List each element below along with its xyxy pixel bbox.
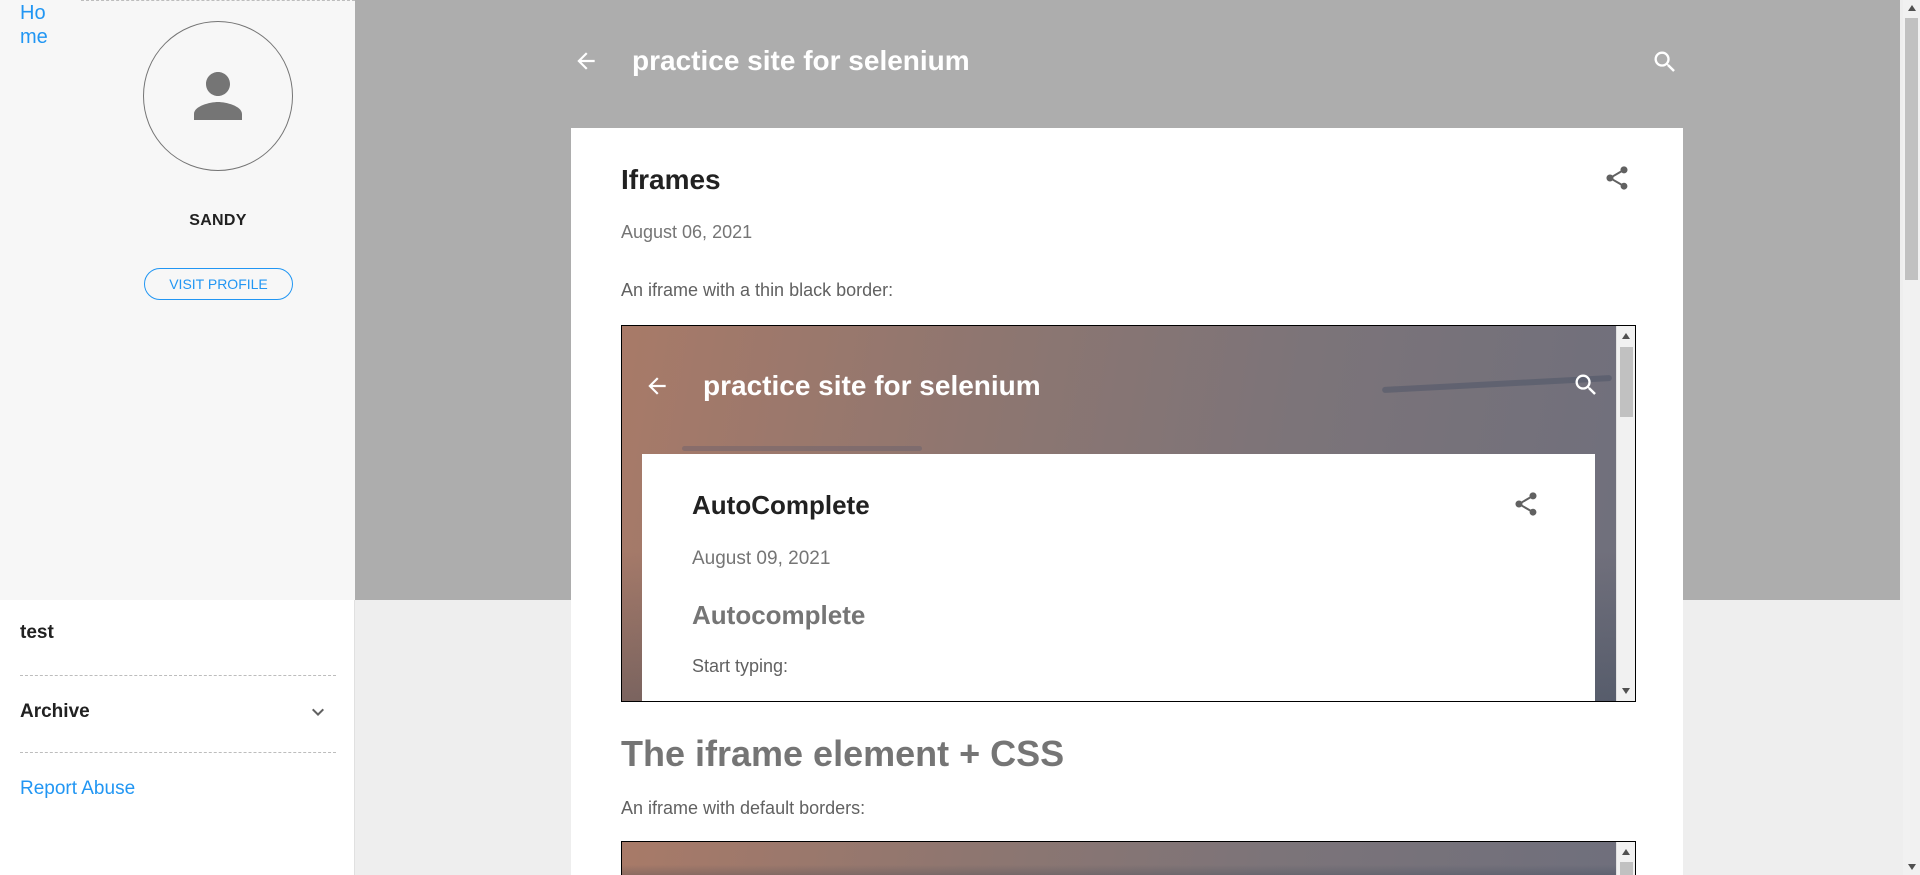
iframe-scrollbar[interactable] <box>1616 842 1635 875</box>
iframe-scrollbar[interactable] <box>1616 326 1635 701</box>
archive-toggle[interactable]: Archive <box>20 700 336 724</box>
scroll-up-arrow-icon[interactable] <box>1622 849 1630 855</box>
post-paragraph: An iframe with default borders: <box>621 798 866 818</box>
background-cloud <box>682 446 922 451</box>
scroll-down-arrow-icon[interactable] <box>1908 864 1916 870</box>
arrow-back-icon <box>648 377 666 395</box>
scroll-down-arrow-icon[interactable] <box>1622 688 1630 694</box>
sidebar-profile-area: Home SANDY VISIT PROFILE <box>0 0 355 600</box>
scrollbar-thumb[interactable] <box>1620 347 1633 417</box>
sidebar-divider <box>20 752 336 753</box>
share-icon <box>1606 166 1628 190</box>
post-heading: The iframe element + CSS <box>621 733 1065 774</box>
iframe-post-title[interactable]: AutoComplete <box>692 490 870 521</box>
iframe-back-button[interactable] <box>642 371 672 401</box>
scrollbar-thumb[interactable] <box>1620 862 1633 875</box>
iframe-text: Start typing: <box>692 656 789 676</box>
sidebar-divider <box>20 675 336 676</box>
iframe-blog-header: practice site for selenium <box>642 366 1602 406</box>
share-icon <box>1515 492 1537 516</box>
page-scrollbar[interactable] <box>1903 0 1920 875</box>
post-title[interactable]: Iframes <box>621 164 721 196</box>
site-title[interactable]: practice site for selenium <box>632 45 970 77</box>
iframe-site-title[interactable]: practice site for selenium <box>703 370 1041 402</box>
search-icon <box>1575 374 1596 395</box>
sidebar-section-test[interactable]: test <box>20 622 336 644</box>
iframe-search-button[interactable] <box>1572 371 1602 401</box>
scrollbar-thumb[interactable] <box>1905 18 1918 280</box>
iframe-post-date[interactable]: August 09, 2021 <box>692 548 830 570</box>
iframe-post-card: AutoComplete August 09, 2021 Autocomplet… <box>642 454 1595 701</box>
post-card: Iframes August 06, 2021 An iframe with a… <box>571 128 1683 875</box>
iframe-background: practice site for selenium AutoComplete … <box>622 326 1617 701</box>
archive-label: Archive <box>20 701 90 722</box>
search-icon <box>1654 51 1675 72</box>
scroll-up-arrow-icon[interactable] <box>1622 333 1630 339</box>
embedded-iframe-default-border[interactable] <box>621 841 1636 875</box>
report-abuse-link[interactable]: Report Abuse <box>20 778 135 800</box>
post-date[interactable]: August 06, 2021 <box>621 222 752 243</box>
iframe-share-button[interactable] <box>1512 490 1542 520</box>
share-button[interactable] <box>1603 164 1633 194</box>
home-link[interactable]: Home <box>20 1 54 49</box>
back-button[interactable] <box>571 46 601 76</box>
scroll-up-arrow-icon[interactable] <box>1908 5 1916 11</box>
blog-header: practice site for selenium <box>571 36 1681 86</box>
iframe-heading: Autocomplete <box>692 600 866 630</box>
sidebar-top-divider <box>81 0 355 1</box>
search-button[interactable] <box>1651 48 1681 78</box>
chevron-down-icon <box>312 708 324 716</box>
visit-profile-button[interactable]: VISIT PROFILE <box>144 268 293 300</box>
embedded-iframe[interactable]: practice site for selenium AutoComplete … <box>621 325 1636 702</box>
avatar[interactable] <box>143 21 293 171</box>
sidebar: Home SANDY VISIT PROFILE test Archive Re… <box>0 0 355 875</box>
person-icon <box>194 72 242 120</box>
iframe-background <box>622 842 1617 875</box>
post-paragraph: An iframe with a thin black border: <box>621 280 894 300</box>
arrow-back-icon <box>577 52 595 70</box>
